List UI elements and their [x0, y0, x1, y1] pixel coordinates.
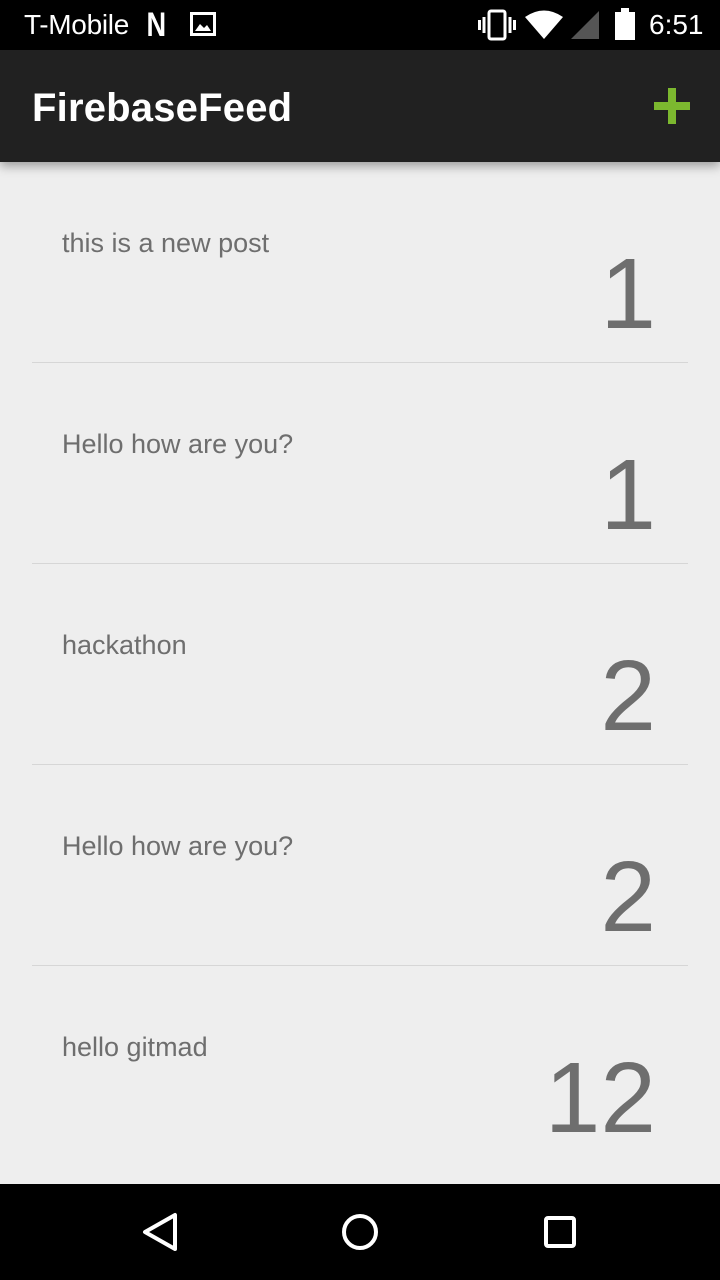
carrier-name: T-Mobile	[24, 9, 129, 40]
post-text: hackathon	[62, 630, 187, 660]
plus-icon	[654, 88, 690, 124]
post-text: Hello how are you?	[62, 831, 294, 861]
clock: 6:51	[649, 9, 704, 40]
n-notification-icon: N	[146, 6, 167, 44]
post-text: Hello how are you?	[62, 429, 294, 459]
back-button[interactable]	[136, 1208, 184, 1256]
list-item[interactable]: hackathon 2	[32, 564, 688, 765]
home-icon	[342, 1214, 378, 1250]
list-item[interactable]: hello gitmad 12	[32, 966, 688, 1167]
vibrate-icon	[478, 9, 516, 41]
post-count: 12	[544, 1042, 656, 1154]
navigation-bar	[0, 1184, 720, 1280]
post-count: 1	[600, 238, 656, 350]
wifi-icon	[525, 10, 563, 39]
post-count: 2	[600, 841, 656, 953]
list-item[interactable]: Hello how are you? 1	[32, 363, 688, 564]
list-item[interactable]: this is a new post 1	[32, 162, 688, 363]
post-text: this is a new post	[62, 228, 270, 258]
battery-icon	[615, 8, 635, 40]
add-post-button[interactable]	[648, 82, 696, 130]
post-text: hello gitmad	[62, 1032, 208, 1062]
status-bar: T-Mobile N 6:51	[0, 0, 720, 50]
back-icon	[143, 1213, 177, 1251]
app-bar: FirebaseFeed	[0, 50, 720, 162]
post-count: 1	[600, 439, 656, 551]
list-item[interactable]: Hello how are you? 2	[32, 765, 688, 966]
home-button[interactable]	[336, 1208, 384, 1256]
recents-button[interactable]	[536, 1208, 584, 1256]
feed-list[interactable]: this is a new post 1 Hello how are you? …	[0, 162, 720, 1184]
app-title: FirebaseFeed	[32, 86, 293, 130]
recents-icon	[544, 1216, 576, 1248]
post-count: 2	[600, 640, 656, 752]
cell-signal-icon	[571, 11, 599, 39]
image-notification-icon	[190, 12, 216, 36]
